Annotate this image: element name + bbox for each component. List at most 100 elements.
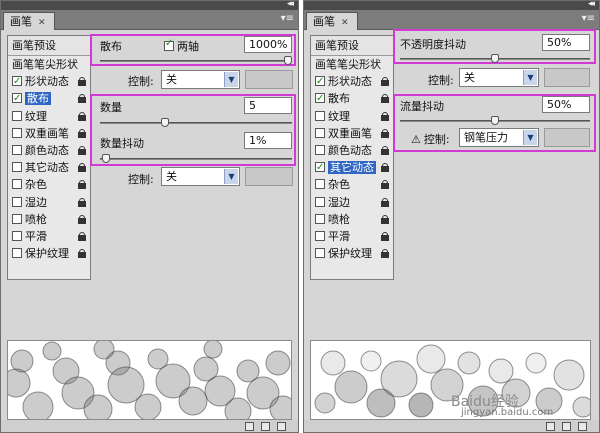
sidebar-item[interactable]: 喷枪 bbox=[311, 211, 393, 228]
count-jitter-value-input[interactable]: 1% bbox=[244, 132, 292, 149]
scatter-value-input[interactable]: 1000% bbox=[244, 36, 292, 53]
tab-brush[interactable]: 画笔 ✕ bbox=[3, 12, 55, 30]
count-jitter-slider-track[interactable] bbox=[100, 158, 292, 160]
sidebar-item[interactable]: 喷枪 bbox=[8, 211, 90, 228]
both-axes-toggle[interactable]: 两轴 bbox=[164, 38, 199, 54]
sidebar-item[interactable]: 形状动态 bbox=[8, 73, 90, 90]
create-new-brush-icon[interactable] bbox=[562, 422, 571, 431]
lock-icon[interactable] bbox=[381, 197, 389, 207]
lock-icon[interactable] bbox=[78, 180, 86, 190]
count-slider-thumb[interactable] bbox=[160, 118, 169, 127]
sidebar-item[interactable]: 保护纹理 bbox=[311, 245, 393, 262]
count-jitter-control-select[interactable]: 关 ▼ bbox=[161, 167, 240, 186]
collapse-icon[interactable]: ◂◂ bbox=[287, 0, 294, 9]
sidebar-item-checkbox[interactable] bbox=[12, 179, 22, 190]
trash-icon[interactable] bbox=[277, 422, 286, 431]
sidebar-item[interactable]: 杂色 bbox=[311, 176, 393, 193]
scatter-control-select[interactable]: 关 ▼ bbox=[161, 70, 240, 89]
sidebar-item[interactable]: 颜色动态 bbox=[8, 142, 90, 159]
lock-icon[interactable] bbox=[381, 94, 389, 104]
sidebar-item[interactable]: 湿边 bbox=[8, 194, 90, 211]
panel-menu-icon[interactable]: ▾≡ bbox=[582, 13, 595, 24]
sidebar-item[interactable]: 其它动态 bbox=[311, 159, 393, 176]
lock-icon[interactable] bbox=[381, 163, 389, 173]
sidebar-item[interactable]: 平滑 bbox=[311, 228, 393, 245]
sidebar-item-brush-presets[interactable]: 画笔预设 bbox=[311, 36, 393, 56]
opacity-jitter-value-input[interactable]: 50% bbox=[542, 34, 590, 51]
count-slider-track[interactable] bbox=[100, 122, 292, 124]
chevron-down-icon[interactable]: ▼ bbox=[523, 130, 537, 145]
lock-icon[interactable] bbox=[78, 145, 86, 155]
sidebar-item-checkbox[interactable] bbox=[315, 127, 325, 138]
sidebar-item-checkbox[interactable] bbox=[315, 144, 325, 155]
scatter-slider-track[interactable] bbox=[100, 60, 292, 62]
sidebar-item-brush-presets[interactable]: 画笔预设 bbox=[8, 36, 90, 56]
lock-icon[interactable] bbox=[381, 249, 389, 259]
sidebar-item-checkbox[interactable] bbox=[315, 90, 325, 107]
sidebar-item[interactable]: 纹理 bbox=[311, 108, 393, 125]
sidebar-item[interactable]: 保护纹理 bbox=[8, 245, 90, 262]
sidebar-item-checkbox[interactable] bbox=[315, 179, 325, 190]
chevron-down-icon[interactable]: ▼ bbox=[224, 169, 238, 184]
chevron-down-icon[interactable]: ▼ bbox=[224, 72, 238, 87]
sidebar-item-checkbox[interactable] bbox=[315, 110, 325, 121]
trash-icon[interactable] bbox=[578, 422, 587, 431]
sidebar-item-brush-tip-shape[interactable]: 画笔笔尖形状 bbox=[311, 56, 393, 73]
lock-icon[interactable] bbox=[381, 180, 389, 190]
sidebar-item-checkbox[interactable] bbox=[315, 196, 325, 207]
sidebar-item-checkbox[interactable] bbox=[315, 73, 325, 90]
lock-icon[interactable] bbox=[78, 77, 86, 87]
both-axes-checkbox[interactable] bbox=[164, 38, 174, 51]
sidebar-item-brush-tip-shape[interactable]: 画笔笔尖形状 bbox=[8, 56, 90, 73]
sidebar-item[interactable]: 颜色动态 bbox=[311, 142, 393, 159]
flow-control-select[interactable]: 钢笔压力 ▼ bbox=[459, 128, 539, 147]
lock-icon[interactable] bbox=[78, 111, 86, 121]
sidebar-item-checkbox[interactable] bbox=[12, 196, 22, 207]
close-icon[interactable]: ✕ bbox=[341, 18, 349, 28]
sidebar-item[interactable]: 平滑 bbox=[8, 228, 90, 245]
opacity-jitter-slider-thumb[interactable] bbox=[491, 54, 499, 63]
sidebar-item-checkbox[interactable] bbox=[315, 159, 325, 176]
lock-icon[interactable] bbox=[381, 128, 389, 138]
sidebar-item[interactable]: 形状动态 bbox=[311, 73, 393, 90]
count-jitter-slider-thumb[interactable] bbox=[101, 154, 110, 163]
panel-menu-icon[interactable]: ▾≡ bbox=[281, 13, 294, 24]
sidebar-item-checkbox[interactable] bbox=[12, 73, 22, 90]
scatter-slider-thumb[interactable] bbox=[284, 56, 292, 65]
collapse-icon[interactable]: ◂◂ bbox=[588, 0, 595, 9]
lock-icon[interactable] bbox=[78, 249, 86, 259]
sidebar-item[interactable]: 纹理 bbox=[8, 108, 90, 125]
sidebar-item[interactable]: 杂色 bbox=[8, 176, 90, 193]
sidebar-item-checkbox[interactable] bbox=[315, 213, 325, 224]
sidebar-item-checkbox[interactable] bbox=[315, 248, 325, 259]
lock-icon[interactable] bbox=[78, 163, 86, 173]
lock-icon[interactable] bbox=[381, 231, 389, 241]
sidebar-item[interactable]: 双重画笔 bbox=[8, 125, 90, 142]
count-value-input[interactable]: 5 bbox=[244, 97, 292, 114]
lock-icon[interactable] bbox=[78, 94, 86, 104]
sidebar-item-checkbox[interactable] bbox=[12, 144, 22, 155]
opacity-control-select[interactable]: 关 ▼ bbox=[459, 68, 539, 87]
create-new-brush-icon[interactable] bbox=[261, 422, 270, 431]
new-preset-icon[interactable] bbox=[245, 422, 254, 431]
sidebar-item-checkbox[interactable] bbox=[12, 90, 22, 107]
sidebar-item[interactable]: 散布 bbox=[311, 90, 393, 107]
sidebar-item[interactable]: 散布 bbox=[8, 90, 90, 107]
new-preset-icon[interactable] bbox=[546, 422, 555, 431]
tab-brush[interactable]: 画笔 ✕ bbox=[306, 12, 358, 30]
lock-icon[interactable] bbox=[78, 128, 86, 138]
sidebar-item-checkbox[interactable] bbox=[12, 213, 22, 224]
lock-icon[interactable] bbox=[381, 111, 389, 121]
flow-jitter-value-input[interactable]: 50% bbox=[542, 96, 590, 113]
sidebar-item-checkbox[interactable] bbox=[315, 230, 325, 241]
sidebar-item[interactable]: 其它动态 bbox=[8, 159, 90, 176]
lock-icon[interactable] bbox=[381, 214, 389, 224]
lock-icon[interactable] bbox=[78, 197, 86, 207]
lock-icon[interactable] bbox=[78, 231, 86, 241]
chevron-down-icon[interactable]: ▼ bbox=[523, 70, 537, 85]
lock-icon[interactable] bbox=[381, 145, 389, 155]
sidebar-item-checkbox[interactable] bbox=[12, 110, 22, 121]
lock-icon[interactable] bbox=[78, 214, 86, 224]
close-icon[interactable]: ✕ bbox=[38, 18, 46, 28]
sidebar-item-checkbox[interactable] bbox=[12, 162, 22, 173]
